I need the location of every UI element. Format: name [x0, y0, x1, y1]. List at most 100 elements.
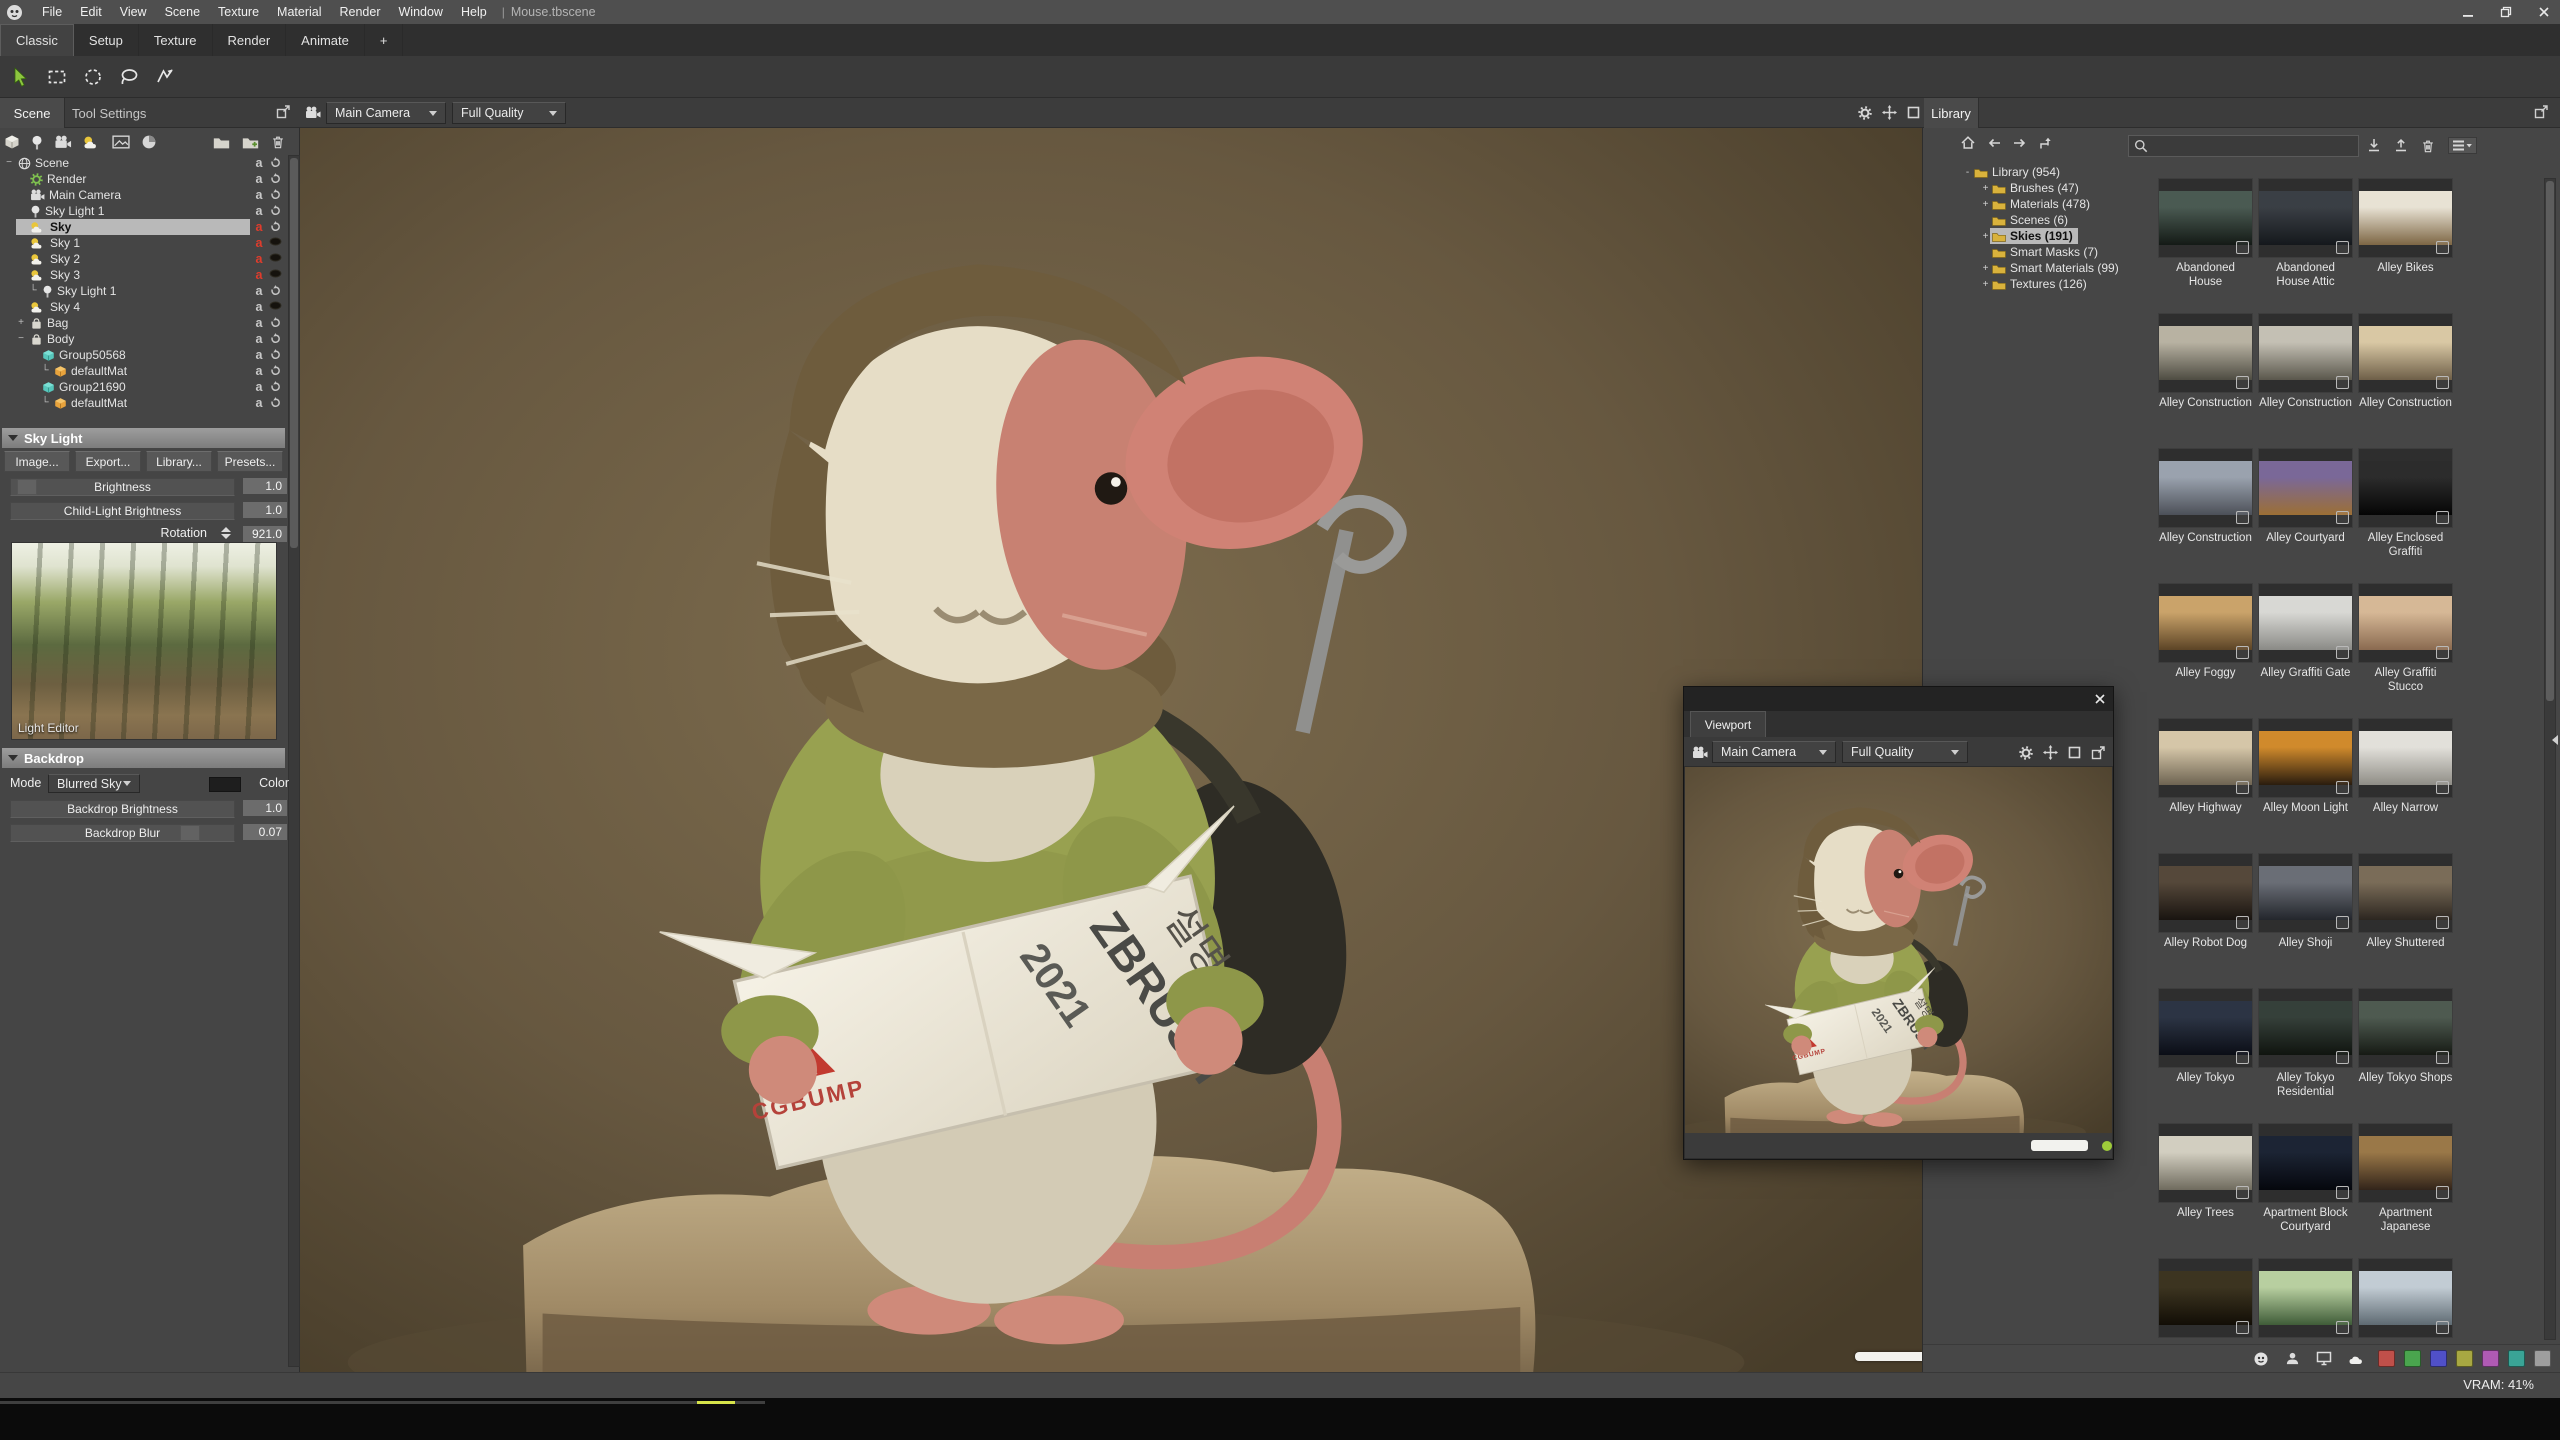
library-folder-textures[interactable]: +Textures (126) [1963, 276, 2153, 292]
sky-thumbnail-alley-construction[interactable]: Alley Construction [2158, 313, 2253, 448]
tree-expander[interactable]: + [1981, 263, 1990, 274]
tab-scene[interactable]: Scene [0, 98, 65, 128]
add-light-icon[interactable] [31, 135, 43, 150]
thumbnail-checkbox[interactable] [2236, 781, 2249, 794]
tree-expander[interactable]: + [1981, 183, 1990, 194]
animate-badge[interactable]: a [252, 315, 266, 331]
backdrop-brightness-slider[interactable]: Backdrop Brightness [10, 800, 235, 818]
import-icon[interactable] [2367, 138, 2381, 153]
sky-thumbnail-image[interactable] [2358, 313, 2453, 393]
camera-select[interactable]: Main Camera [326, 102, 446, 124]
tree-expander[interactable]: - [1963, 167, 1972, 178]
link-icon[interactable] [269, 205, 281, 216]
menu-render[interactable]: Render [331, 5, 390, 19]
sky-thumbnail-image[interactable] [2258, 988, 2353, 1068]
sky-thumbnail-image[interactable] [2258, 1258, 2353, 1338]
sky-thumbnail-alley-graffiti-stucco[interactable]: Alley Graffiti Stucco [2358, 583, 2453, 718]
sky-thumbnail-image[interactable] [2358, 448, 2453, 528]
library-folder-smart[interactable]: +Smart Materials (99) [1963, 260, 2153, 276]
library-folder-skies[interactable]: +Skies (191) [1963, 228, 2153, 244]
thumbnail-checkbox[interactable] [2436, 376, 2449, 389]
add-material-icon[interactable] [141, 134, 157, 150]
thumbnail-checkbox[interactable] [2436, 511, 2449, 524]
sky-thumbnail-alley-moon-light[interactable]: Alley Moon Light [2258, 718, 2353, 853]
animate-badge[interactable]: a [252, 235, 266, 251]
animate-badge[interactable]: a [252, 299, 266, 315]
library-folder-smart[interactable]: Smart Masks (7) [1963, 244, 2153, 260]
sky-thumbnail-alley-bikes[interactable]: Alley Bikes [2358, 178, 2453, 313]
library-folder-scenes[interactable]: Scenes (6) [1963, 212, 2153, 228]
pan-icon[interactable] [2043, 745, 2058, 760]
animate-badge[interactable]: a [252, 155, 266, 171]
sky-thumbnail-alley-construction[interactable]: Alley Construction [2358, 313, 2453, 448]
animate-badge[interactable]: a [252, 395, 266, 411]
sky-thumbnail-image[interactable] [2358, 853, 2453, 933]
sky-thumbnail-image[interactable] [2358, 178, 2453, 258]
add-camera-icon[interactable] [54, 135, 72, 149]
animate-badge[interactable]: a [252, 347, 266, 363]
scene-tree-row[interactable]: └Sky Light 1a [0, 283, 286, 299]
add-object-icon[interactable] [4, 134, 20, 150]
tag-swatch[interactable] [2430, 1350, 2447, 1367]
pan-icon[interactable] [1882, 105, 1897, 120]
tree-expander[interactable]: └ [28, 283, 38, 299]
settings-icon[interactable] [1858, 106, 1872, 120]
forward-icon[interactable] [2013, 137, 2027, 149]
visibility-eye-icon[interactable] [269, 237, 282, 246]
tool-select-arrow-icon[interactable] [6, 62, 36, 92]
up-level-icon[interactable] [2039, 136, 2052, 149]
child-light-brightness-slider[interactable]: Child-Light Brightness [10, 502, 235, 520]
scene-tree-row[interactable]: −Bodya [0, 331, 286, 347]
user-icon[interactable] [2285, 1351, 2300, 1366]
tree-expander[interactable]: − [16, 331, 26, 347]
settings-icon[interactable] [2019, 746, 2033, 760]
thumbnail-checkbox[interactable] [2436, 781, 2449, 794]
sky-thumbnail-apartment-japanese[interactable]: Apartment Japanese [2358, 1123, 2453, 1258]
link-icon[interactable] [269, 221, 281, 232]
thumbnail-checkbox[interactable] [2236, 646, 2249, 659]
thumbnail-checkbox[interactable] [2336, 376, 2349, 389]
monitor-icon[interactable] [2316, 1351, 2332, 1366]
menu-help[interactable]: Help [452, 5, 496, 19]
menu-window[interactable]: Window [390, 5, 452, 19]
tab-library[interactable]: Library [1924, 98, 1979, 128]
animate-badge[interactable]: a [252, 219, 266, 235]
sky-thumbnail-image[interactable] [2358, 718, 2453, 798]
sky-thumbnail-image[interactable] [2258, 718, 2353, 798]
sky-thumbnail-image[interactable] [2158, 853, 2253, 933]
sky-thumbnail-image[interactable] [2358, 583, 2453, 663]
menu-scene[interactable]: Scene [156, 5, 209, 19]
link-icon[interactable] [269, 381, 281, 392]
library-folder-materials[interactable]: +Materials (478) [1963, 196, 2153, 212]
tool-polygon-lasso-icon[interactable] [150, 62, 180, 92]
sky-preview-image[interactable]: Light Editor [11, 542, 277, 740]
tree-expander[interactable]: − [4, 155, 14, 171]
maximize-icon[interactable] [2068, 746, 2081, 759]
sky-thumbnail[interactable] [2358, 1258, 2453, 1345]
floating-viewport-window[interactable]: Viewport Main Camera Full Quality [1683, 686, 2114, 1160]
link-icon[interactable] [269, 349, 281, 360]
brightness-slider[interactable]: Brightness [10, 478, 235, 496]
thumbnail-checkbox[interactable] [2436, 1186, 2449, 1199]
thumbnail-checkbox[interactable] [2436, 916, 2449, 929]
sky-light-button-library[interactable]: Library... [146, 451, 212, 472]
sky-thumbnail-image[interactable] [2258, 313, 2353, 393]
scene-tree-row[interactable]: Group21690a [0, 379, 286, 395]
scene-tree-row[interactable]: Sky 4a [0, 299, 286, 315]
folder-icon[interactable] [213, 136, 230, 149]
scene-panel-popout-icon[interactable] [276, 105, 290, 119]
sky-thumbnail-image[interactable] [2158, 448, 2253, 528]
slider-handle[interactable] [180, 825, 200, 841]
tag-swatch[interactable] [2534, 1350, 2551, 1367]
link-icon[interactable] [269, 365, 281, 376]
sky-thumbnail-image[interactable] [2158, 1123, 2253, 1203]
scene-tree-row[interactable]: Main Cameraa [0, 187, 286, 203]
add-sky-icon[interactable] [83, 135, 101, 149]
thumbnail-checkbox[interactable] [2436, 646, 2449, 659]
thumbnail-checkbox[interactable] [2336, 1321, 2349, 1334]
sky-thumbnail-image[interactable] [2158, 313, 2253, 393]
menu-file[interactable]: File [33, 5, 71, 19]
sky-thumbnail-alley-tokyo-shops[interactable]: Alley Tokyo Shops [2358, 988, 2453, 1123]
thumbnail-checkbox[interactable] [2236, 511, 2249, 524]
visibility-eye-icon[interactable] [269, 301, 282, 310]
